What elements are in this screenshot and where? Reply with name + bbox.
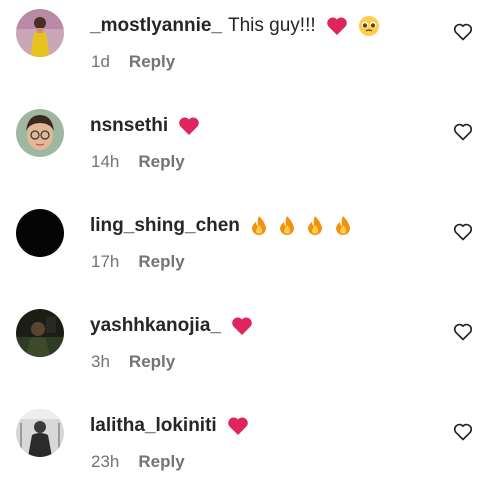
comment-line: lalitha_lokiniti bbox=[90, 412, 249, 440]
comment-item: yashhkanojia_ 3h Reply bbox=[0, 300, 486, 400]
reply-button[interactable]: Reply bbox=[129, 52, 175, 72]
avatar[interactable] bbox=[16, 309, 64, 357]
comment-text: This guy!!! bbox=[228, 15, 316, 36]
timestamp: 17h bbox=[91, 252, 120, 271]
comment-line: yashhkanojia_ bbox=[90, 312, 253, 340]
fire-icon bbox=[307, 216, 322, 235]
heart-outline-icon bbox=[453, 223, 473, 241]
heart-outline-icon bbox=[453, 123, 473, 141]
fire-icon bbox=[279, 216, 294, 235]
emoji-group bbox=[178, 116, 200, 136]
avatar-image bbox=[16, 209, 64, 257]
avatar-image bbox=[16, 409, 64, 457]
username[interactable]: lalitha_lokiniti bbox=[90, 412, 217, 440]
fire-icon bbox=[335, 216, 350, 235]
comment-meta: 1d Reply bbox=[91, 50, 175, 74]
comment-meta: 3h Reply bbox=[91, 350, 175, 374]
comment-list: _mostlyannie_ This guy!!! 1d Reply nsnse… bbox=[0, 0, 486, 504]
like-button[interactable] bbox=[453, 422, 473, 442]
like-button[interactable] bbox=[453, 322, 473, 342]
pleading-face-icon bbox=[358, 16, 379, 36]
comment-line: ling_shing_chen bbox=[90, 212, 352, 240]
reply-button[interactable]: Reply bbox=[138, 152, 184, 172]
reply-button[interactable]: Reply bbox=[129, 352, 175, 372]
red-heart-icon bbox=[326, 17, 347, 35]
timestamp: 14h bbox=[91, 152, 120, 171]
red-heart-icon bbox=[227, 417, 248, 435]
timestamp: 3h bbox=[91, 352, 110, 371]
avatar[interactable] bbox=[16, 109, 64, 157]
comment-meta: 23h Reply bbox=[91, 450, 185, 474]
emoji-group bbox=[231, 316, 253, 336]
avatar-image bbox=[16, 109, 64, 157]
heart-outline-icon bbox=[453, 23, 473, 41]
heart-outline-icon bbox=[453, 423, 473, 441]
heart-outline-icon bbox=[453, 323, 473, 341]
avatar[interactable] bbox=[16, 409, 64, 457]
username[interactable]: _mostlyannie_ bbox=[90, 12, 222, 40]
like-button[interactable] bbox=[453, 222, 473, 242]
avatar-image bbox=[16, 309, 64, 357]
reply-button[interactable]: Reply bbox=[138, 252, 184, 272]
comment-item: _mostlyannie_ This guy!!! 1d Reply bbox=[0, 0, 486, 100]
avatar[interactable] bbox=[16, 209, 64, 257]
comment-item: ling_shing_chen 17h Reply bbox=[0, 200, 486, 300]
like-button[interactable] bbox=[453, 122, 473, 142]
timestamp: 1d bbox=[91, 52, 110, 71]
red-heart-icon bbox=[232, 317, 252, 335]
comment-line: nsnsethi bbox=[90, 112, 200, 140]
like-button[interactable] bbox=[453, 22, 473, 42]
fire-icon bbox=[251, 216, 266, 235]
comment-meta: 14h Reply bbox=[91, 150, 185, 174]
comment-item: nsnsethi 14h Reply bbox=[0, 100, 486, 200]
timestamp: 23h bbox=[91, 452, 120, 471]
username[interactable]: ling_shing_chen bbox=[90, 212, 240, 240]
emoji-group bbox=[227, 416, 249, 436]
avatar[interactable] bbox=[16, 9, 64, 57]
emoji-group bbox=[250, 215, 352, 237]
comment-meta: 17h Reply bbox=[91, 250, 185, 274]
avatar-image bbox=[16, 9, 64, 57]
emoji-group bbox=[326, 15, 380, 37]
username[interactable]: yashhkanojia_ bbox=[90, 312, 221, 340]
red-heart-icon bbox=[179, 117, 199, 135]
comment-line: _mostlyannie_ This guy!!! bbox=[90, 12, 380, 40]
username[interactable]: nsnsethi bbox=[90, 112, 168, 140]
reply-button[interactable]: Reply bbox=[138, 452, 184, 472]
comment-item: lalitha_lokiniti 23h Reply bbox=[0, 400, 486, 500]
